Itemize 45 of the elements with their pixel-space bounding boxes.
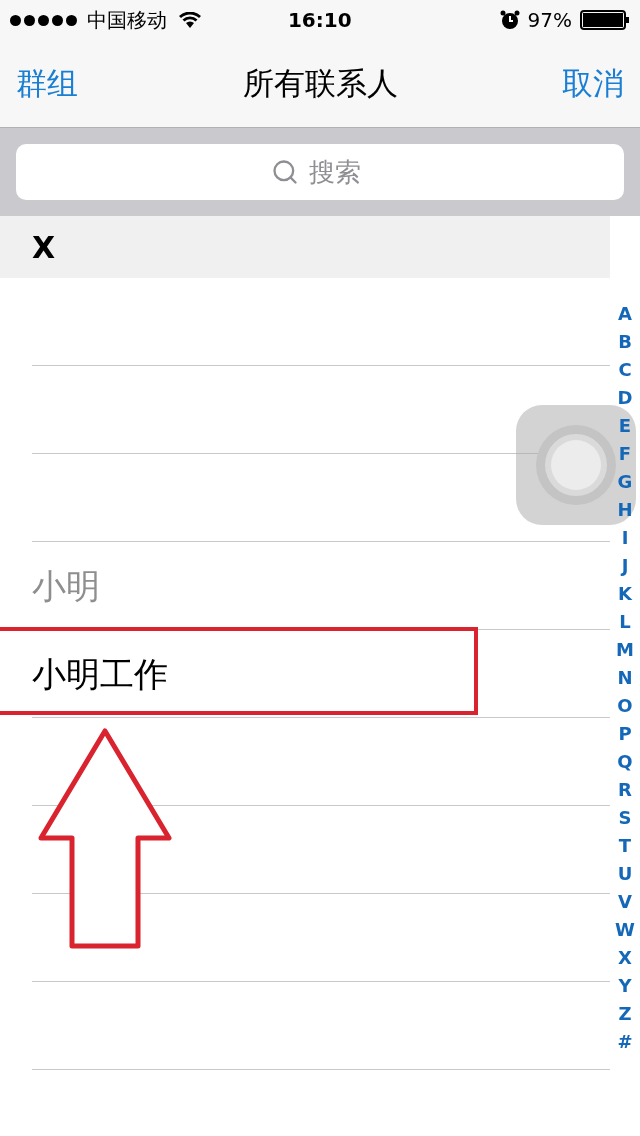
index-letter[interactable]: Z <box>618 1000 632 1028</box>
contact-row[interactable]: 小明工作 <box>0 630 610 718</box>
index-letter[interactable]: I <box>621 524 629 552</box>
index-letter[interactable]: P <box>618 720 632 748</box>
search-field[interactable]: 搜索 <box>16 144 624 200</box>
index-letter[interactable]: X <box>618 944 632 972</box>
index-letter[interactable]: Q <box>617 748 633 776</box>
index-letter[interactable]: R <box>618 776 632 804</box>
index-letter[interactable]: K <box>618 580 632 608</box>
search-input[interactable]: 搜索 <box>309 152 369 192</box>
cancel-button[interactable]: 取消 <box>562 60 624 107</box>
carrier-name: 中国移动 <box>87 7 167 34</box>
index-letter[interactable]: A <box>618 300 632 328</box>
index-letter[interactable]: D <box>617 384 633 412</box>
battery-percent: 97% <box>527 7 572 34</box>
contact-name: 小明 <box>32 564 100 608</box>
index-letter[interactable]: O <box>617 692 633 720</box>
signal-icon <box>10 14 77 26</box>
index-letter[interactable]: U <box>617 860 633 888</box>
index-letter[interactable]: Y <box>618 972 632 1000</box>
index-letter[interactable]: W <box>615 916 635 944</box>
assistive-touch-button[interactable] <box>516 405 636 525</box>
groups-button[interactable]: 群组 <box>16 60 78 107</box>
index-letter[interactable]: E <box>618 412 632 440</box>
index-letter[interactable]: F <box>618 440 632 468</box>
index-letter[interactable]: J <box>621 552 629 580</box>
clock-time: 16:10 <box>286 7 353 34</box>
section-header: X <box>32 228 56 267</box>
contact-name: 小明工作 <box>32 652 168 696</box>
index-letter[interactable]: G <box>617 468 633 496</box>
index-letter[interactable]: V <box>618 888 632 916</box>
battery-icon <box>580 10 630 30</box>
index-letter[interactable]: # <box>617 1028 633 1056</box>
index-letter[interactable]: S <box>618 804 632 832</box>
index-letter[interactable]: L <box>619 608 631 636</box>
index-letter[interactable]: N <box>617 664 633 692</box>
alarm-clock-icon <box>499 10 520 30</box>
index-letter[interactable]: H <box>617 496 633 524</box>
index-letter[interactable]: M <box>616 636 634 664</box>
screen-title: 所有联系人 <box>242 64 398 104</box>
search-icon <box>271 158 299 186</box>
index-letter[interactable]: T <box>618 832 632 860</box>
index-letter[interactable]: C <box>618 356 632 384</box>
wifi-icon <box>179 12 201 28</box>
index-letter[interactable]: B <box>618 328 632 356</box>
